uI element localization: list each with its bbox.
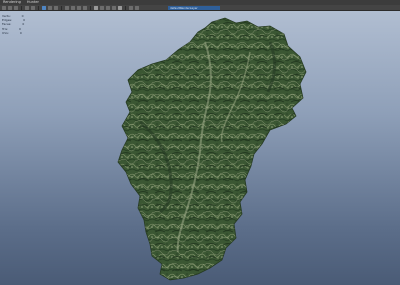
- terrain-detail-overlay: [118, 18, 306, 280]
- lasso-tool-icon[interactable]: [48, 5, 52, 10]
- render-settings-icon[interactable]: [112, 5, 116, 10]
- open-scene-icon[interactable]: [8, 5, 12, 10]
- toolbar-divider: [38, 5, 39, 10]
- hud-label: UVs:: [2, 30, 9, 35]
- camera-icon[interactable]: [135, 5, 139, 10]
- toolbar-divider: [90, 5, 91, 10]
- snap-curve-icon[interactable]: [71, 5, 75, 10]
- hud-row: UVs: 0: [2, 31, 25, 35]
- render-frame-icon[interactable]: [100, 5, 104, 10]
- 3d-viewport[interactable]: [0, 12, 400, 285]
- ipr-render-icon[interactable]: [106, 5, 110, 10]
- new-scene-icon[interactable]: [2, 5, 6, 10]
- heads-up-display: Verts: 0 Edges: 0 Faces: 0 Tris: 0 UVs: …: [2, 14, 25, 35]
- paint-select-icon[interactable]: [54, 5, 58, 10]
- select-tool-icon[interactable]: [42, 5, 46, 10]
- hud-value: 0: [22, 22, 25, 27]
- hud-value: 0: [19, 30, 22, 35]
- toolbar-divider: [21, 5, 22, 10]
- live-surface-icon[interactable]: [129, 5, 133, 10]
- render-layer-field[interactable]: defaultRenderLayer: [168, 6, 220, 10]
- save-scene-icon[interactable]: [14, 5, 18, 10]
- redo-icon[interactable]: [31, 5, 35, 10]
- snap-surface-icon[interactable]: [83, 5, 87, 10]
- status-toolbar: defaultRenderLayer: [0, 5, 400, 11]
- toolbar-divider: [125, 5, 126, 10]
- toolbar-divider: [61, 5, 62, 10]
- hypershade-icon[interactable]: [118, 5, 122, 10]
- undo-icon[interactable]: [25, 5, 29, 10]
- snap-point-icon[interactable]: [77, 5, 81, 10]
- snap-grid-icon[interactable]: [65, 5, 69, 10]
- construction-history-icon[interactable]: [94, 5, 98, 10]
